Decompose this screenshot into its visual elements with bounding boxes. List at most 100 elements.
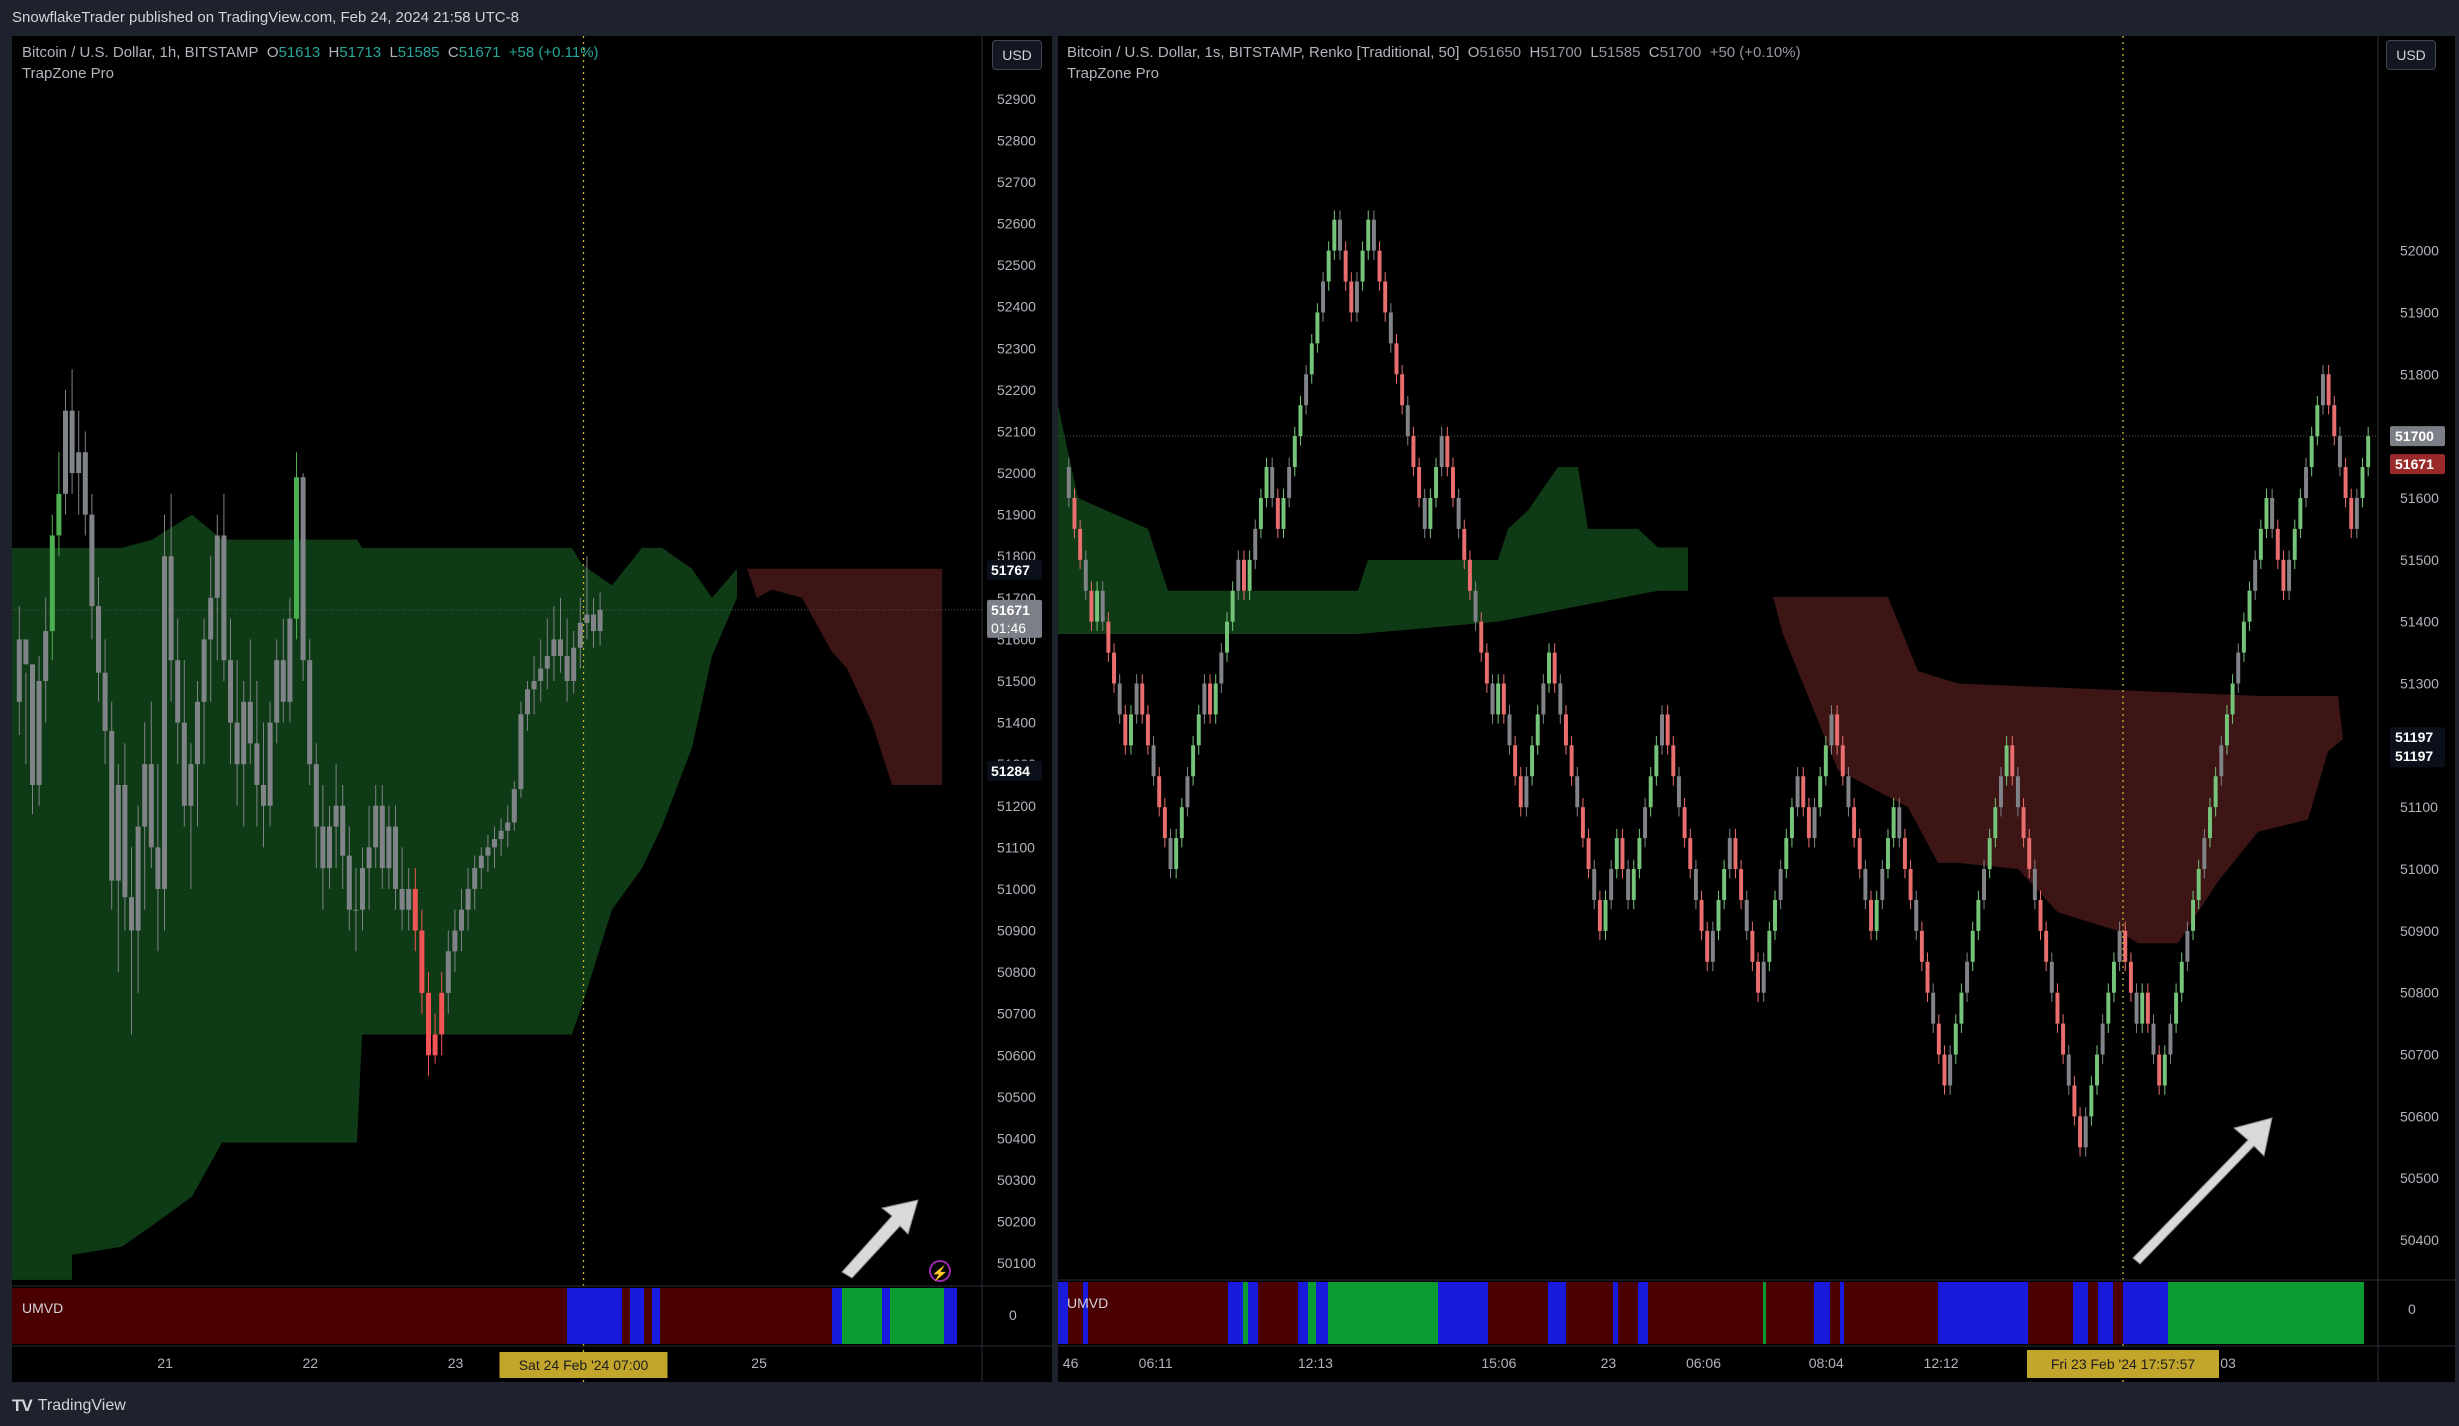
candle-body [327, 826, 332, 869]
right-chart-panel[interactable]: 52000 51900 51800 51700 51600 51500 51400 51300… [1058, 36, 2455, 1382]
right-last-badge-text: 51700 [2395, 428, 2434, 444]
renko-brick [1665, 714, 1670, 746]
renko-brick [1891, 807, 1896, 839]
renko-brick [1699, 899, 1704, 931]
umvd-segment [1068, 1282, 1083, 1344]
renko-brick [1066, 467, 1071, 498]
renko-brick [1434, 467, 1439, 498]
renko-brick [2140, 992, 2145, 1024]
renko-brick [1558, 683, 1563, 715]
renko-brick [1411, 436, 1416, 468]
candle-body [102, 672, 108, 731]
right-chart-svg[interactable]: 52000 51900 51800 51700 51600 51500 51400 51300… [1058, 36, 2455, 1382]
tradingview-logo[interactable]: TV TradingView [12, 1396, 126, 1416]
renko-brick [1225, 621, 1229, 653]
time-tick-label: 12:13 [1298, 1355, 1333, 1371]
renko-brick [2128, 961, 2133, 993]
renko-brick [2032, 869, 2037, 900]
price-tick-label: 52400 [997, 299, 1036, 315]
renko-brick [1151, 745, 1156, 777]
renko-brick [1812, 807, 1817, 839]
renko-brick [2049, 961, 2054, 993]
renko-brick [1366, 219, 1371, 251]
renko-brick [1580, 807, 1585, 839]
renko-brick [1208, 683, 1213, 715]
left-indicator-name[interactable]: TrapZone Pro [22, 65, 114, 82]
renko-brick [1089, 590, 1094, 622]
renko-brick [2315, 405, 2320, 437]
renko-brick [1501, 683, 1506, 715]
renko-brick [1236, 559, 1241, 591]
candle-body [406, 888, 412, 910]
right-level-a-text: 51197 [2395, 729, 2433, 745]
umvd-segment [1258, 1282, 1298, 1344]
left-currency-button[interactable]: USD [992, 40, 1042, 70]
right-currency-button[interactable]: USD [2386, 40, 2436, 70]
renko-brick [1552, 652, 1557, 684]
renko-brick [1473, 590, 1478, 622]
candle-body [56, 493, 62, 536]
footer-bar: TV TradingView [0, 1386, 2459, 1426]
renko-brick [1597, 899, 1602, 931]
right-low: 51585 [1598, 44, 1641, 61]
price-tick-label: 50500 [997, 1089, 1036, 1105]
renko-brick [1083, 559, 1088, 591]
candle-body [76, 452, 82, 474]
left-green-trap-zone [12, 514, 737, 1280]
left-last-badge-text: 51671 [991, 602, 1030, 618]
renko-brick [2236, 652, 2241, 684]
renko-brick [1846, 776, 1851, 808]
price-tick-label: 51500 [997, 673, 1036, 689]
price-tick-label: 52200 [997, 382, 1036, 398]
price-tick-label: 50800 [2400, 985, 2439, 1001]
renko-brick [1496, 683, 1501, 715]
candle-body [294, 477, 299, 619]
umvd-segment [630, 1288, 644, 1344]
price-tick-label: 50900 [997, 923, 1036, 939]
right-open: 51650 [1479, 44, 1522, 61]
candle-body [122, 784, 128, 898]
price-tick-label: 52000 [997, 465, 1036, 481]
price-tick-label: 50900 [2400, 923, 2439, 939]
candle-body [287, 618, 293, 702]
renko-brick [1422, 497, 1427, 529]
renko-brick [1914, 899, 1919, 931]
umvd-segment [1248, 1282, 1258, 1344]
candle-body [155, 847, 161, 889]
umvd-segment [1488, 1282, 1548, 1344]
renko-brick [2083, 1116, 2088, 1148]
candle-body [564, 656, 570, 681]
left-umvd-label: UMVD [22, 1300, 64, 1316]
renko-brick [2253, 559, 2258, 591]
renko-brick [2055, 992, 2060, 1024]
candle-body [439, 992, 445, 1035]
renko-brick [1484, 652, 1489, 684]
candle-body [544, 656, 550, 669]
renko-brick [2298, 497, 2303, 529]
right-indicator-name[interactable]: TrapZone Pro [1067, 65, 1159, 82]
renko-brick [1230, 590, 1235, 622]
time-tick-label: 06:06 [1686, 1355, 1721, 1371]
right-symbol: Bitcoin / U.S. Dollar, 1s, BITSTAMP, Ren… [1067, 44, 1460, 61]
price-tick-label: 50600 [2400, 1108, 2439, 1124]
renko-brick [1405, 405, 1410, 437]
candle-body [505, 822, 511, 831]
candle-body [142, 764, 148, 827]
renko-brick [1100, 590, 1105, 622]
renko-brick [1733, 838, 1738, 870]
umvd-segment [1298, 1282, 1308, 1344]
left-chart-panel[interactable]: 52900 52800 52700 52600 52500 52400 52300 52200… [12, 36, 1052, 1382]
renko-brick [2292, 528, 2297, 560]
renko-brick [1874, 899, 1879, 931]
renko-brick [2174, 992, 2179, 1024]
renko-brick [1332, 219, 1337, 251]
renko-brick [1925, 961, 1930, 993]
renko-brick [2151, 1023, 2156, 1055]
renko-brick [2354, 497, 2359, 529]
lightning-icon[interactable]: ⚡ [929, 1260, 951, 1282]
right-green-trap-zone [1058, 405, 1688, 635]
umvd-segment [652, 1288, 660, 1344]
renko-brick [2332, 405, 2337, 437]
left-chart-svg[interactable]: 52900 52800 52700 52600 52500 52400 52300 52200… [12, 36, 1052, 1382]
right-legend: Bitcoin / U.S. Dollar, 1s, BITSTAMP, Ren… [1067, 44, 1801, 61]
